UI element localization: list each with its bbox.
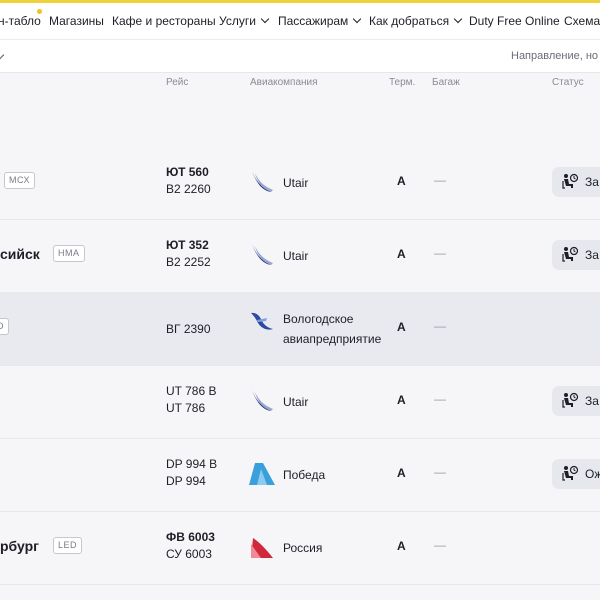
destination-name: рбург [0, 538, 39, 554]
status-text: За [585, 394, 599, 408]
column-header-status: Статус [552, 77, 584, 88]
chevron-down-icon [353, 14, 362, 24]
table-row[interactable]: UT 786 B UT 786 Utair A — За [0, 366, 600, 439]
flight-number: ВГ 2390 [166, 322, 211, 336]
flight-number: ЮТ 352 [166, 238, 209, 252]
table-header: Рейс Авиакомпания Терм. Багаж Статус [0, 72, 600, 94]
chevron-down-icon [453, 14, 463, 24]
terminal: A [397, 320, 406, 334]
table-row[interactable]: D ВГ 2390 Вологодское авиапредприятие A … [0, 293, 600, 366]
nav-item-cafes[interactable]: Кафе и рестораны [112, 14, 216, 28]
utair-logo-icon [252, 390, 273, 411]
flights-table: МСХ ЮТ 560 В2 2260 Utair A — За сийск НМ… [0, 92, 600, 600]
pobeda-logo-icon [249, 463, 275, 485]
top-navigation: н-табло Магазины Кафе и рестораны Услуги… [0, 3, 600, 39]
table-row[interactable]: МСХ ЮТ 560 В2 2260 Utair A — За [0, 147, 600, 220]
baggage: — [434, 319, 446, 333]
flight-number: UT 786 B [166, 384, 217, 398]
chevron-down-icon[interactable] [0, 50, 5, 60]
table-row[interactable]: DP 994 B DP 994 Победа A — Ож [0, 439, 600, 512]
airport-code-badge: МСХ [4, 172, 35, 189]
flight-number: ЮТ 560 [166, 165, 209, 179]
status-badge[interactable]: За [552, 386, 600, 416]
waiting-passenger-icon [562, 465, 579, 481]
terminal: A [397, 539, 406, 553]
flight-number: DP 994 B [166, 457, 218, 471]
table-row[interactable]: сийск НМА ЮТ 352 В2 2252 Utair A — За [0, 220, 600, 293]
flight-number: В2 2252 [166, 255, 211, 269]
nav-item-scheme[interactable]: Схема [564, 14, 600, 28]
direction-search-input[interactable]: Направление, но [511, 50, 598, 62]
column-header-baggage: Багаж [432, 77, 460, 88]
airport-code-badge: НМА [53, 245, 85, 262]
status-badge[interactable]: За [552, 240, 600, 270]
column-header-flight: Рейс [166, 77, 189, 88]
waiting-passenger-icon [562, 173, 579, 189]
status-text: За [585, 248, 599, 262]
waiting-passenger-icon [562, 392, 579, 408]
rossiya-logo-icon [251, 538, 273, 558]
flight-number: UT 786 [166, 401, 206, 415]
flight-numbers: UT 786 B UT 786 [166, 383, 216, 417]
nav-item-passengers[interactable]: Пассажирам [278, 14, 362, 28]
airline-name: Победа [283, 468, 326, 482]
nav-item-online-board[interactable]: н-табло [0, 14, 41, 28]
status-text: Ож [585, 467, 600, 481]
airline-name: Utair [283, 395, 309, 409]
baggage: — [434, 173, 446, 187]
notification-dot [37, 9, 42, 14]
status-badge[interactable]: За [552, 167, 600, 197]
vologda-airline-logo-icon [251, 312, 273, 330]
destination-name: сийск [0, 246, 40, 262]
nav-item-shops[interactable]: Магазины [49, 14, 104, 28]
airline-name: Россия [283, 541, 323, 555]
terminal: A [397, 247, 406, 261]
airline-name: Utair [283, 176, 309, 190]
column-header-airline: Авиакомпания [250, 77, 318, 88]
baggage: — [434, 465, 446, 479]
flight-numbers: DP 994 B DP 994 [166, 456, 217, 490]
baggage: — [434, 392, 446, 406]
table-row[interactable]: рбург LED ФВ 6003 СУ 6003 Россия A — [0, 512, 600, 585]
terminal: A [397, 466, 406, 480]
status-text: За [585, 175, 599, 189]
flight-number: СУ 6003 [166, 547, 212, 561]
utair-logo-icon [252, 244, 273, 265]
baggage: — [434, 246, 446, 260]
flight-numbers: ЮТ 352 В2 2252 [166, 237, 211, 271]
airline-name: Utair [283, 249, 309, 263]
waiting-passenger-icon [562, 246, 579, 262]
airport-code-badge: LED [53, 537, 83, 554]
airline-name: Вологодское авиапредприятие [283, 312, 382, 346]
filter-bar: Направление, но [0, 39, 600, 73]
flight-numbers: ЮТ 560 В2 2260 [166, 164, 211, 198]
flight-number: В2 2260 [166, 182, 211, 196]
flight-number: ФВ 6003 [166, 530, 215, 544]
nav-item-how-to-get[interactable]: Как добраться [369, 14, 463, 28]
nav-item-services[interactable]: Услуги [219, 14, 270, 28]
utair-logo-icon [252, 171, 273, 192]
flight-numbers: ФВ 6003 СУ 6003 [166, 529, 215, 563]
terminal: A [397, 393, 406, 407]
status-badge[interactable]: Ож [552, 459, 600, 489]
chevron-down-icon [260, 14, 270, 24]
nav-item-duty-free[interactable]: Duty Free Online [469, 14, 560, 28]
airport-code-badge: D [0, 318, 9, 335]
baggage: — [434, 538, 446, 552]
column-header-terminal: Терм. [389, 77, 416, 88]
flight-numbers: ВГ 2390 [166, 321, 211, 338]
flight-number: DP 994 [166, 474, 206, 488]
terminal: A [397, 174, 406, 188]
